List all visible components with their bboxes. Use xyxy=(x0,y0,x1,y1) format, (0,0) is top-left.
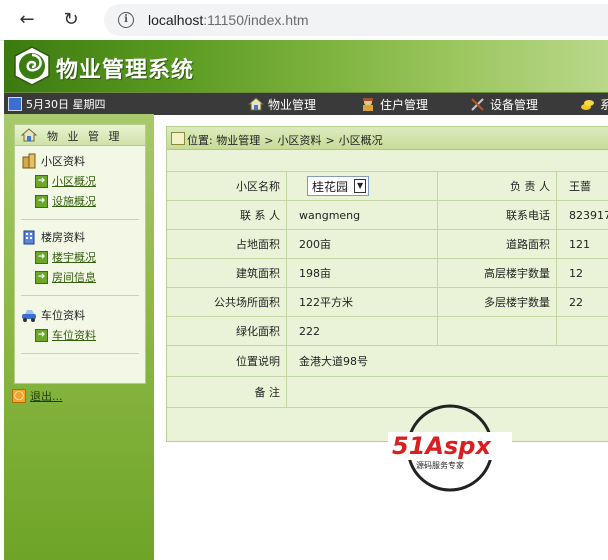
sidebar-group-buildings: 楼房资料 xyxy=(21,229,85,245)
logo-icon xyxy=(14,46,50,86)
buildings-icon xyxy=(22,153,36,169)
field-label: 道路面积 xyxy=(437,230,557,258)
sidebar-divider xyxy=(21,295,139,296)
date-display: 5月30日 星期四 xyxy=(8,96,106,112)
empty-cell xyxy=(437,317,557,345)
watermark-brand: 51Aspx xyxy=(392,432,492,460)
sidebar-item-facility-overview[interactable]: ➜ 设施概况 xyxy=(35,193,96,209)
phone-value: 82391706 xyxy=(569,208,608,222)
location-value: 金港大道98号 xyxy=(299,355,368,368)
field-label: 占地面积 xyxy=(167,230,287,258)
arrow-right-icon: ➜ xyxy=(35,174,48,188)
sidebar: 物 业 管 理 小区资料 ➜ 小区概况 ➜ 设施概况 楼房资料 ➜ 楼宇概况 ➜… xyxy=(4,114,154,560)
multi-story-value: 22 xyxy=(569,295,583,309)
menu-item-equipment[interactable]: 设备管理 xyxy=(470,95,538,113)
arrow-right-icon: ➜ xyxy=(35,328,48,342)
url-text: localhost:11150/index.htm xyxy=(148,12,309,28)
high-rise-value: 12 xyxy=(569,266,583,280)
app-title: 物业管理系统 xyxy=(56,58,195,83)
tower-icon xyxy=(23,230,35,245)
app-header: 物业管理系统 xyxy=(4,40,608,92)
menu-item-system[interactable]: 系 xyxy=(580,95,608,113)
car-icon xyxy=(22,310,36,322)
field-label: 小区名称 xyxy=(167,172,287,200)
sidebar-item-community-overview[interactable]: ➜ 小区概况 xyxy=(35,173,96,189)
exit-icon: ◯ xyxy=(12,389,26,403)
sidebar-group-parking: 车位资料 xyxy=(21,307,85,323)
sidebar-header: 物 业 管 理 xyxy=(15,125,145,146)
tools-icon xyxy=(471,98,484,111)
calendar-icon xyxy=(8,97,22,111)
logout-link[interactable]: ◯ 退出... xyxy=(12,388,63,404)
sidebar-item-parking-info[interactable]: ➜ 车位资料 xyxy=(35,327,96,343)
sidebar-item-building-overview[interactable]: ➜ 楼宇概况 xyxy=(35,249,96,265)
community-select[interactable]: 桂花园 ▼ xyxy=(307,176,370,196)
menu-bar: 5月30日 星期四 物业管理 住户管理 设备管理 系 xyxy=(4,92,608,115)
field-label: 负 责 人 xyxy=(437,172,557,200)
chevron-down-icon: ▼ xyxy=(354,179,367,193)
building-area-value: 198亩 xyxy=(299,267,331,280)
area-value: 200亩 xyxy=(299,238,331,251)
field-label: 建筑面积 xyxy=(167,259,287,287)
browser-toolbar: ← ↻ i localhost:11150/index.htm xyxy=(0,0,608,41)
coins-icon xyxy=(581,100,594,110)
watermark-tagline: 源码服务专家 xyxy=(416,460,464,470)
table-row: 位置说明 金港大道98号 xyxy=(167,346,608,377)
community-info-table: 小区名称 桂花园 ▼ 负 责 人 王蔷 联 系 人 wangmeng 联系电话 … xyxy=(167,171,608,408)
table-row: 绿化面积 222 xyxy=(167,317,608,346)
reload-icon[interactable]: ↻ xyxy=(60,9,82,31)
green-area-value: 222 xyxy=(299,324,320,338)
address-bar[interactable]: i localhost:11150/index.htm xyxy=(104,4,608,36)
breadcrumb: 位置: 物业管理 > 小区资料 > 小区概况 xyxy=(167,127,608,150)
info-icon[interactable]: i xyxy=(118,12,134,28)
sidebar-divider xyxy=(21,219,139,220)
back-arrow-icon[interactable]: ← xyxy=(16,9,38,31)
house-icon xyxy=(21,128,37,142)
content-panel: 位置: 物业管理 > 小区资料 > 小区概况 小区名称 桂花园 ▼ 负 责 人 王蔷 联… xyxy=(166,126,608,442)
field-label: 公共场所面积 xyxy=(167,288,287,316)
menu-item-residents[interactable]: 住户管理 xyxy=(360,95,428,113)
contact-value: wangmeng xyxy=(299,208,361,222)
sidebar-divider xyxy=(21,353,139,354)
table-row: 公共场所面积 122平方米 多层楼宇数量 22 xyxy=(167,288,608,317)
field-label: 联系电话 xyxy=(437,201,557,229)
table-row: 占地面积 200亩 道路面积 121 xyxy=(167,230,608,259)
table-row: 联 系 人 wangmeng 联系电话 82391706 xyxy=(167,201,608,230)
field-label: 联 系 人 xyxy=(167,201,287,229)
sidebar-item-room-info[interactable]: ➜ 房间信息 xyxy=(35,269,96,285)
house-icon xyxy=(248,97,264,111)
sidebar-panel: 物 业 管 理 小区资料 ➜ 小区概况 ➜ 设施概况 楼房资料 ➜ 楼宇概况 ➜… xyxy=(14,124,146,384)
table-row: 建筑面积 198亩 高层楼宇数量 12 xyxy=(167,259,608,288)
field-label: 位置说明 xyxy=(167,346,287,376)
field-label: 多层楼宇数量 xyxy=(437,288,557,316)
sidebar-group-community: 小区资料 xyxy=(21,153,85,169)
public-area-value: 122平方米 xyxy=(299,296,353,309)
table-row: 小区名称 桂花园 ▼ 负 责 人 王蔷 xyxy=(167,172,608,201)
field-label: 高层楼宇数量 xyxy=(437,259,557,287)
list-icon xyxy=(171,132,185,145)
manager-value: 王蔷 xyxy=(569,180,591,193)
road-value: 121 xyxy=(569,237,590,251)
arrow-right-icon: ➜ xyxy=(35,270,48,284)
field-label: 备 注 xyxy=(167,377,287,407)
arrow-right-icon: ➜ xyxy=(35,194,48,208)
menu-item-property[interactable]: 物业管理 xyxy=(248,95,316,113)
field-label: 绿化面积 xyxy=(167,317,287,345)
arrow-right-icon: ➜ xyxy=(35,250,48,264)
watermark-logo: 51Aspx 源码服务专家 xyxy=(388,404,512,492)
resident-icon xyxy=(363,98,373,111)
